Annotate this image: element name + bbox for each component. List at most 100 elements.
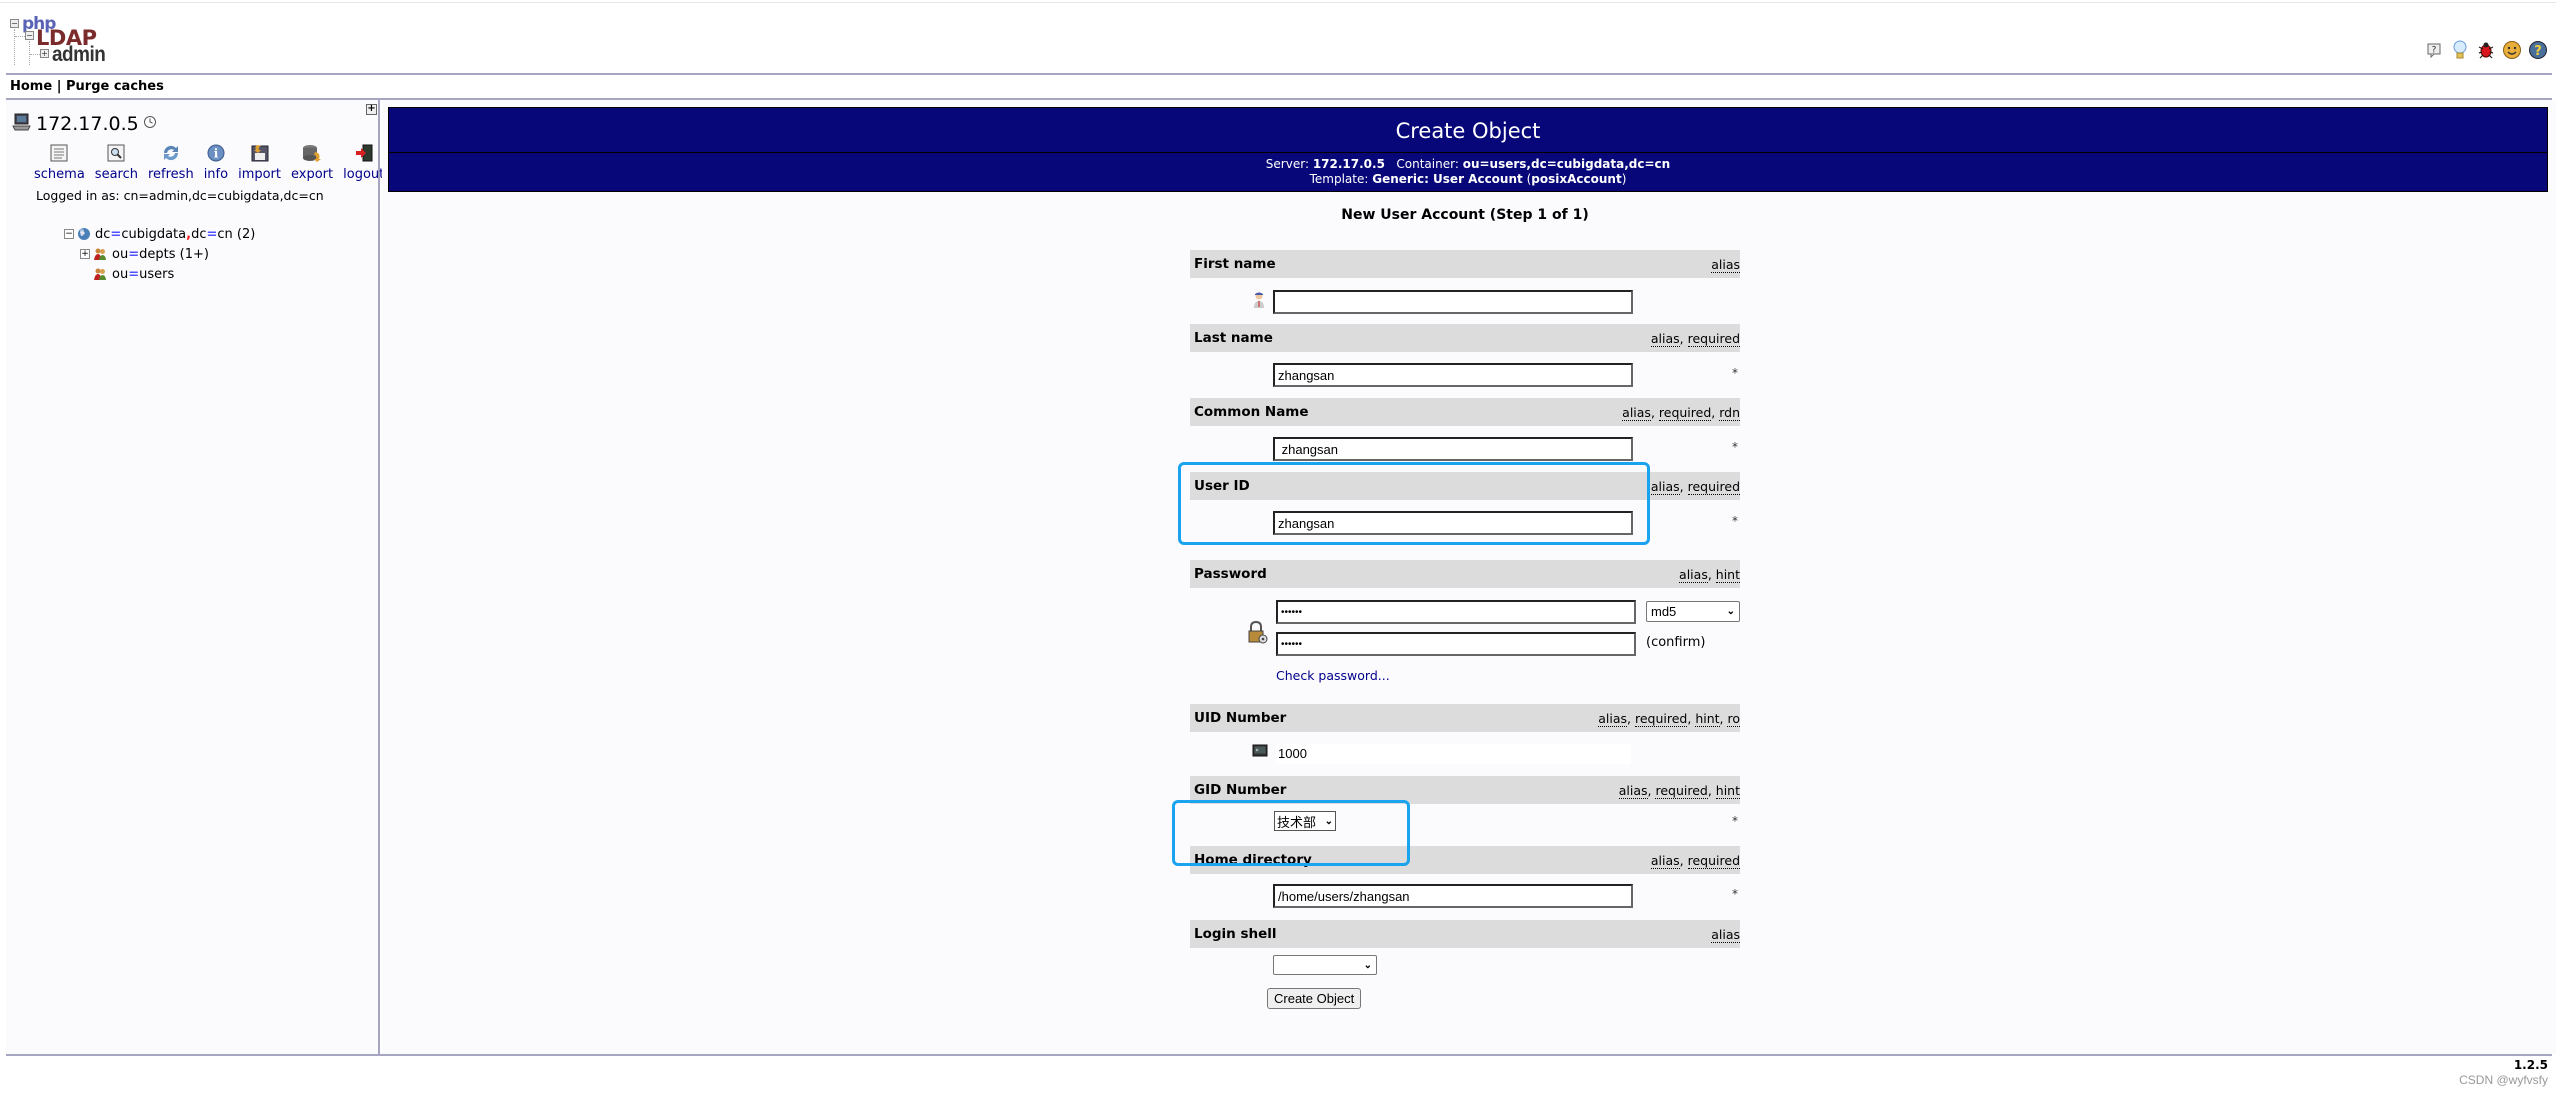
required-marker: *: [1732, 814, 1738, 828]
help-icon[interactable]: ?: [2528, 40, 2548, 60]
expand-toggle[interactable]: +: [80, 249, 90, 259]
ou-group-icon: [93, 267, 107, 281]
top-divider: [0, 2, 2556, 3]
common-name-input[interactable]: [1273, 437, 1633, 461]
home-directory-input[interactable]: [1273, 884, 1633, 908]
schema-icon: [47, 141, 71, 165]
attr-header-password: Password alias, hint: [1190, 560, 1740, 588]
search-button[interactable]: search: [95, 141, 138, 182]
password-confirm-input[interactable]: [1276, 632, 1636, 656]
first-name-input[interactable]: [1273, 290, 1633, 314]
logo-tree-line: [15, 36, 25, 37]
page-title: Create Object: [389, 108, 2547, 153]
create-object-form: First name alias Last name alias, requir…: [1190, 250, 1740, 1018]
schema-button[interactable]: schema: [34, 141, 85, 182]
home-link[interactable]: Home: [10, 79, 52, 94]
import-icon: [248, 141, 272, 165]
clock-icon[interactable]: [143, 115, 157, 133]
phpldapadmin-logo[interactable]: − php − LDAP + admin: [10, 16, 120, 66]
chevron-down-icon: ⌄: [1726, 606, 1735, 617]
required-marker: *: [1732, 887, 1738, 901]
server-computer-icon: [12, 112, 32, 136]
attr-header-common-name: Common Name alias, required, rdn: [1190, 398, 1740, 426]
step-title: New User Account (Step 1 of 1): [1341, 207, 1589, 223]
ou-group-icon: [93, 247, 107, 261]
lightbulb-icon[interactable]: [2450, 40, 2470, 60]
terminal-icon: [1252, 744, 1268, 762]
banner-server: 172.17.0.5: [1312, 157, 1385, 171]
tree-item-users[interactable]: ou=users: [64, 264, 255, 284]
logo-minus-box-icon: −: [25, 31, 34, 40]
attr-header-uid-number: UID Number alias, required, hint, ro: [1190, 704, 1740, 732]
attr-header-last-name: Last name alias, required: [1190, 324, 1740, 352]
logged-in-as: Logged in as: cn=admin,dc=cubigdata,dc=c…: [36, 188, 324, 203]
refresh-icon: [159, 141, 183, 165]
tree-root[interactable]: − dc=cubigdata,dc=cn (2): [64, 224, 255, 244]
bug-icon[interactable]: [2476, 40, 2496, 60]
flag-alias: alias: [1711, 256, 1740, 273]
banner-info: Server: 172.17.0.5 Container: ou=users,d…: [1265, 157, 1671, 186]
version-label: 1.2.5: [2513, 1058, 2548, 1072]
required-marker: *: [1732, 514, 1738, 528]
tree-root-label[interactable]: dc=cubigdata,dc=cn (2): [95, 227, 255, 242]
logo-plus-box-icon: +: [40, 49, 49, 58]
attr-header-first-name: First name alias: [1190, 250, 1740, 278]
tree-item-label[interactable]: ou=depts (1+): [112, 247, 209, 262]
required-marker: *: [1732, 366, 1738, 380]
tree-root-count: (2): [236, 226, 256, 242]
watermark: CSDN @wyfvsfy: [2459, 1073, 2548, 1087]
purge-caches-link[interactable]: Purge caches: [66, 79, 164, 94]
banner-template: Generic: User Account: [1372, 172, 1523, 186]
create-object-button[interactable]: Create Object: [1267, 988, 1362, 1009]
info-icon: i: [204, 141, 228, 165]
svg-text:?: ?: [2534, 44, 2542, 59]
refresh-button[interactable]: refresh: [148, 141, 194, 182]
attr-header-gid-number: GID Number alias, required, hint: [1190, 776, 1740, 804]
attr-header-login-shell: Login shell alias: [1190, 920, 1740, 948]
top-nav: Home | Purge caches: [10, 79, 164, 94]
server-header: 172.17.0.5: [12, 112, 157, 136]
search-icon: [104, 141, 128, 165]
confirm-label: (confirm): [1646, 635, 1706, 650]
tree-item-label[interactable]: ou=users: [112, 267, 174, 282]
ldap-tree: − dc=cubigdata,dc=cn (2) + ou=depts (1+)…: [64, 224, 255, 284]
tree-item-depts[interactable]: + ou=depts (1+): [64, 244, 255, 264]
svg-text:?: ?: [2432, 46, 2437, 56]
nav-separator: |: [56, 79, 62, 94]
server-toolbar: schema search refresh i info import expo…: [34, 141, 384, 182]
attr-header-user-id: User ID alias, required: [1190, 472, 1740, 500]
password-hash-select[interactable]: md5 ⌄: [1646, 601, 1740, 622]
last-name-input[interactable]: [1273, 363, 1633, 387]
import-button[interactable]: import: [238, 141, 281, 182]
logout-button[interactable]: logout: [343, 141, 384, 182]
page-banner: Create Object Server: 172.17.0.5 Contain…: [388, 107, 2548, 192]
chevron-down-icon: ⌄: [1363, 959, 1372, 971]
check-password-link[interactable]: Check password...: [1276, 668, 1390, 683]
password-input[interactable]: [1276, 600, 1636, 624]
collapse-toggle[interactable]: −: [64, 229, 74, 239]
person-icon: [1252, 291, 1268, 309]
banner-container: ou=users,dc=cubigdata,dc=cn: [1462, 157, 1671, 171]
header-divider: [6, 73, 2552, 75]
logo-admin: admin: [52, 43, 106, 66]
login-shell-select[interactable]: ⌄: [1273, 955, 1377, 975]
server-name[interactable]: 172.17.0.5: [36, 113, 139, 135]
uid-number-value: 1000: [1276, 744, 1631, 764]
info-button[interactable]: i info: [204, 141, 228, 182]
required-marker: *: [1732, 440, 1738, 454]
user-id-input[interactable]: [1273, 511, 1633, 535]
expand-panel-button[interactable]: +: [366, 104, 377, 115]
logo-tree-line: [14, 29, 15, 65]
logo-minus-box-icon: −: [10, 19, 19, 28]
header-icons: ? ?: [2424, 40, 2548, 60]
globe-icon: [77, 227, 91, 241]
gid-number-select[interactable]: 技术部 ⌄: [1274, 811, 1336, 831]
help-small-icon[interactable]: ?: [2424, 40, 2444, 60]
export-icon: [300, 141, 324, 165]
logo-tree-line: [29, 41, 30, 65]
password-lock-icon: [1247, 620, 1269, 645]
attr-header-home-directory: Home directory alias, required: [1190, 846, 1740, 874]
smiley-icon[interactable]: [2502, 40, 2522, 60]
logout-icon: [352, 141, 376, 165]
export-button[interactable]: export: [291, 141, 333, 182]
